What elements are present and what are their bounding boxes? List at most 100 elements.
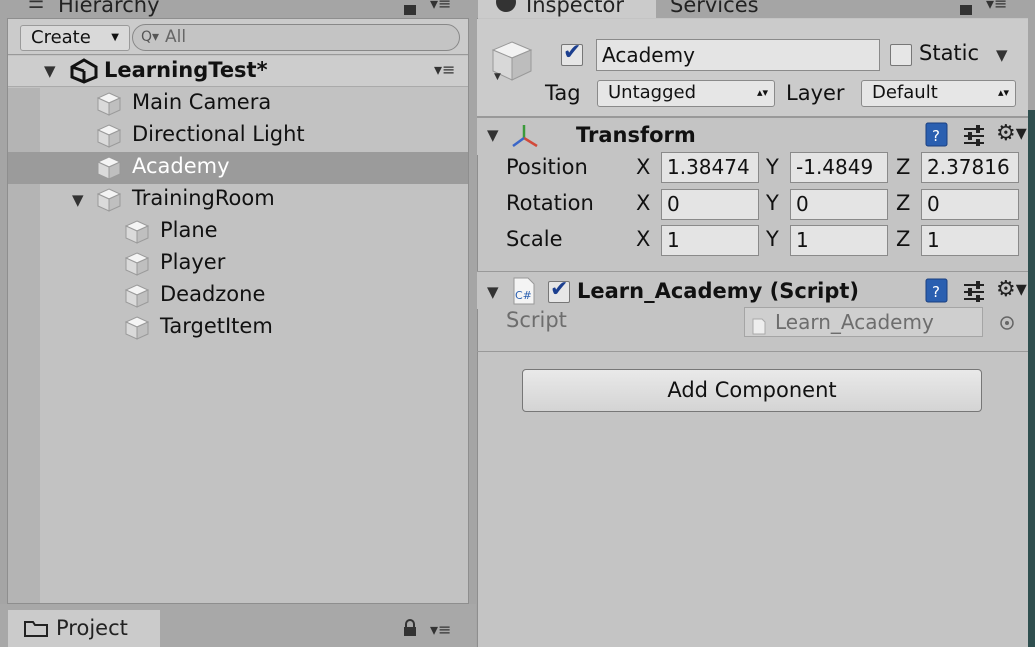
position-z-field[interactable]: 2.37816 [921,152,1019,183]
csharp-file-icon: C# [512,277,536,310]
rotation-z-field[interactable]: 0 [921,189,1019,220]
gear-icon[interactable]: ⚙▾ [996,121,1027,146]
scene-menu-icon[interactable]: ▾≡ [434,60,455,79]
tab-inspector-label: Inspector [526,0,624,17]
position-label: Position [506,155,588,179]
static-dropdown-icon[interactable]: ▼ [996,46,1008,64]
script-help-book-icon[interactable]: ? [925,278,949,309]
static-checkbox[interactable] [890,44,912,66]
scale-x-field[interactable]: 1 [661,225,759,256]
inspector-menu-icon[interactable]: ▾≡ [986,0,1007,13]
gameobject-icon [96,187,122,213]
hierarchy-item-label: Directional Light [132,122,305,146]
rotation-x-label[interactable]: X [636,191,650,215]
preset-sliders-icon[interactable] [962,124,986,151]
tag-dropdown[interactable]: Untagged ▴▾ [597,80,775,107]
gameobject-icon [124,315,150,341]
svg-text:?: ? [932,283,940,301]
help-book-icon[interactable]: ? [925,122,949,153]
scene-foldout-icon[interactable]: ▼ [44,62,56,80]
inspector-lock-icon[interactable] [958,0,974,15]
search-placeholder: All [165,27,187,47]
static-label: Static [919,41,980,65]
foldout-icon[interactable]: ▼ [72,191,84,209]
rotation-y-label[interactable]: Y [766,191,779,215]
position-x-label[interactable]: X [636,155,650,179]
project-lock-icon[interactable] [402,618,418,642]
tab-hierarchy-label: Hierarchy [58,0,160,17]
hierarchy-item[interactable]: Plane [8,216,468,248]
hierarchy-item[interactable]: TargetItem [8,312,468,344]
position-y-label[interactable]: Y [766,155,779,179]
icon-dropdown-caret[interactable]: ▼ [494,72,501,82]
transform-axes-icon [510,122,540,155]
add-component-button[interactable]: Add Component [522,369,982,412]
scale-z-label[interactable]: Z [896,227,910,251]
project-menu-icon[interactable]: ▾≡ [430,620,451,639]
tab-hierarchy[interactable]: ☰ Hierarchy [8,0,173,19]
scale-label: Scale [506,227,563,251]
hierarchy-item[interactable]: Directional Light [8,120,468,152]
object-picker-icon[interactable] [999,312,1015,336]
panel-menu-icon[interactable]: ▾≡ [430,0,451,13]
unity-logo-icon [70,58,98,89]
transform-foldout-icon[interactable]: ▼ [487,126,499,144]
csharp-file-icon-text: C# [515,289,532,302]
hierarchy-item-label: Academy [132,154,230,178]
hierarchy-item-label: Plane [160,218,218,242]
script-file-small-icon [752,314,766,336]
scale-y-label[interactable]: Y [766,227,779,251]
hierarchy-toolbar: Create ▼ Q▾ All [8,19,468,55]
updown-icon: ▴▾ [997,86,1009,99]
script-foldout-icon[interactable]: ▼ [487,283,499,301]
info-icon [496,0,516,12]
script-component-title: Learn_Academy (Script) [577,279,860,303]
tab-inspector[interactable]: Inspector [478,0,656,19]
layer-dropdown[interactable]: Default ▴▾ [861,80,1016,107]
position-x-field[interactable]: 1.38474 [661,152,759,183]
position-z-label[interactable]: Z [896,155,910,179]
lock-icon[interactable] [402,0,418,15]
hierarchy-search-input[interactable]: Q▾ All [132,24,460,51]
tab-project[interactable]: Project [8,610,160,647]
layer-value: Default [872,82,938,103]
gameobject-icon [124,251,150,277]
project-panel-header: Project ▾≡ [0,604,476,647]
gameobject-icon [124,283,150,309]
hierarchy-item[interactable]: Deadzone [8,280,468,312]
script-object-field[interactable]: Learn_Academy [744,307,983,337]
svg-text:?: ? [932,127,940,145]
tab-services[interactable]: Services [660,0,810,19]
rotation-label: Rotation [506,191,594,215]
list-icon: ☰ [28,0,45,13]
hierarchy-item[interactable]: Academy [8,152,468,184]
script-preset-sliders-icon[interactable] [962,280,986,307]
scene-name: LearningTest* [104,58,268,82]
rotation-y-field[interactable]: 0 [790,189,888,220]
hierarchy-item[interactable]: Main Camera [8,88,468,120]
hierarchy-item[interactable]: Player [8,248,468,280]
gameobject-icon [96,155,122,181]
hierarchy-item[interactable]: ▼ TrainingRoom [8,184,468,216]
position-y-field[interactable]: -1.4849 [790,152,888,183]
hierarchy-item-label: TargetItem [160,314,273,338]
gameobject-icon [124,219,150,245]
right-edge-scrollbar[interactable] [1028,110,1035,647]
gameobject-icon [96,91,122,117]
rotation-z-label[interactable]: Z [896,191,910,215]
hierarchy-item-label: Player [160,250,226,274]
scene-row[interactable]: ▼ LearningTest* ▾≡ [8,56,468,87]
tab-project-label: Project [56,616,128,640]
scale-x-label[interactable]: X [636,227,650,251]
object-name-field[interactable]: Academy [596,39,880,71]
create-button[interactable]: Create ▼ [20,25,130,51]
script-enabled-checkbox[interactable] [548,277,570,303]
script-value: Learn_Academy [775,310,934,334]
script-field-label: Script [506,308,567,332]
rotation-x-field[interactable]: 0 [661,189,759,220]
active-checkbox[interactable] [561,40,583,66]
script-gear-icon[interactable]: ⚙▾ [996,277,1027,302]
layer-label: Layer [786,81,845,105]
scale-y-field[interactable]: 1 [790,225,888,256]
scale-z-field[interactable]: 1 [921,225,1019,256]
